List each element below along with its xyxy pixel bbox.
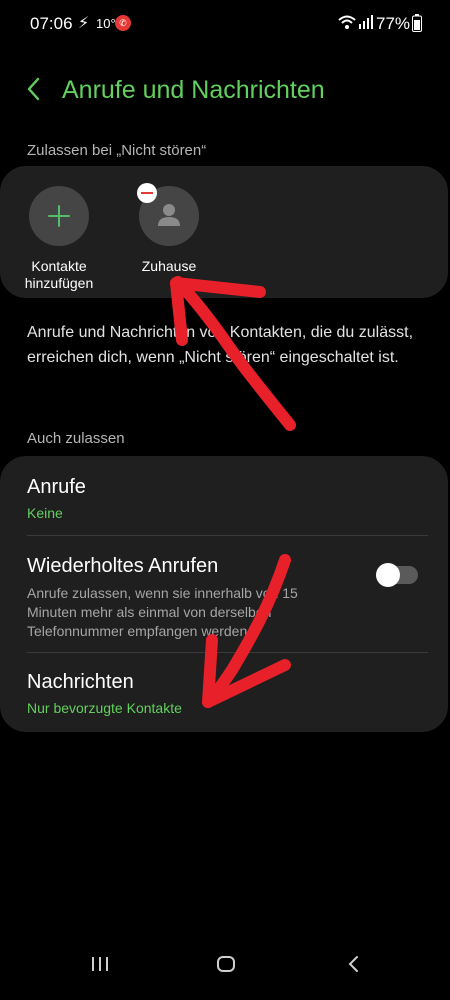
toggle-knob: [376, 563, 400, 587]
battery-percent: 77%: [376, 14, 411, 33]
signal-icon: [359, 15, 373, 29]
also-allow-label: Auch zulassen: [27, 430, 125, 447]
calls-value: Keine: [27, 505, 63, 521]
plus-icon: [48, 205, 70, 227]
battery-icon: [412, 14, 422, 32]
status-time: 07:06: [30, 14, 73, 33]
home-icon[interactable]: [216, 954, 236, 974]
divider: [27, 652, 428, 653]
messages-value: Nur bevorzugte Kontakte: [27, 700, 182, 716]
whatsapp-icon: ✆: [115, 15, 131, 31]
calls-row[interactable]: Anrufe Keine: [27, 476, 421, 521]
avatar: [137, 183, 199, 246]
contact-zuhause[interactable]: Zuhause: [119, 183, 219, 275]
repeat-calls-toggle[interactable]: [376, 563, 418, 587]
page-title: Anrufe und Nachrichten: [62, 76, 325, 104]
repeat-calls-description: Anrufe zulassen, wenn sie innerhalb von …: [27, 585, 298, 639]
status-temperature: 10°: [96, 16, 116, 31]
back-icon[interactable]: [344, 954, 364, 974]
recents-icon[interactable]: [90, 954, 110, 974]
repeat-calls-row[interactable]: Wiederholtes Anrufen Anrufe zulassen, we…: [27, 555, 421, 641]
also-allow-card: Anrufe Keine Wiederholtes Anrufen Anrufe…: [0, 456, 448, 732]
repeat-calls-title: Wiederholtes Anrufen: [27, 555, 219, 577]
divider: [27, 535, 428, 536]
add-contacts-circle: [29, 186, 89, 246]
calls-title: Anrufe: [27, 476, 86, 498]
chevron-left-icon[interactable]: [24, 76, 44, 102]
allowed-contacts-card: Kontakte hinzufügen Zuhause: [0, 166, 448, 298]
allowed-section-label: Zulassen bei „Nicht stören“: [27, 142, 207, 159]
description-text: Anrufe und Nachrichten von Kontakten, di…: [27, 324, 414, 366]
wifi-icon: [338, 15, 356, 29]
page-header: Anrufe und Nachrichten: [0, 68, 450, 114]
navigation-bar: [0, 940, 450, 1000]
status-bar: 07:06 ⚡ 10° ✆ 77%: [0, 0, 450, 52]
add-contacts-label: Kontakte hinzufügen: [24, 258, 94, 291]
flash-icon: ⚡: [78, 15, 90, 32]
messages-row[interactable]: Nachrichten Nur bevorzugte Kontakte: [27, 671, 421, 716]
contact-label: Zuhause: [141, 258, 197, 274]
messages-title: Nachrichten: [27, 671, 134, 693]
remove-icon[interactable]: [137, 183, 157, 203]
add-contacts-button[interactable]: Kontakte hinzufügen: [9, 186, 109, 292]
